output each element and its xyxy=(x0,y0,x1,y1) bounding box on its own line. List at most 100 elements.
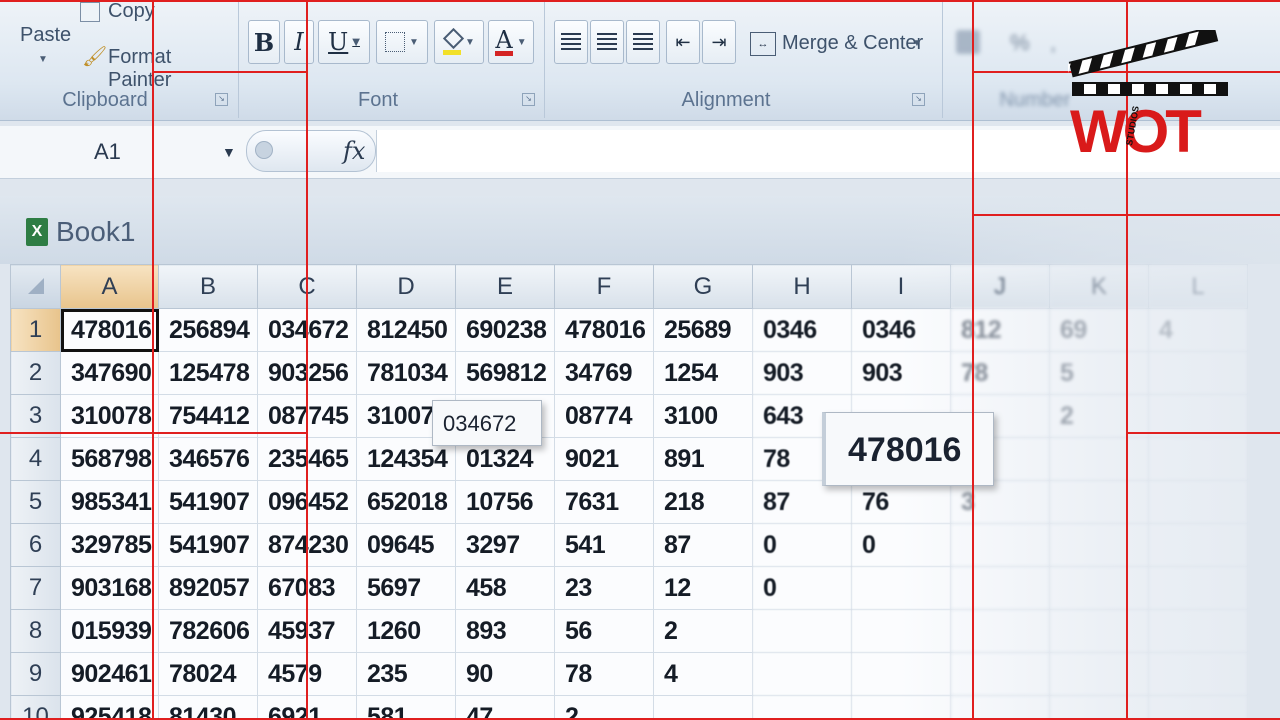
fill-color-button[interactable]: ▼ xyxy=(434,20,484,64)
cell-k6[interactable] xyxy=(1049,523,1149,567)
cell-h10[interactable] xyxy=(752,695,852,720)
cell-a1[interactable]: 478016 xyxy=(60,308,159,352)
cell-h9[interactable] xyxy=(752,652,852,696)
column-header-i[interactable]: I xyxy=(851,264,951,309)
column-header-k[interactable]: K xyxy=(1049,264,1149,309)
cell-h8[interactable] xyxy=(752,609,852,653)
cell-b2[interactable]: 125478 xyxy=(158,351,258,395)
cell-b6[interactable]: 541907 xyxy=(158,523,258,567)
alignment-launcher-icon[interactable]: ↘ xyxy=(912,93,925,106)
cell-i8[interactable] xyxy=(851,609,951,653)
cell-d6[interactable]: 09645 xyxy=(356,523,456,567)
decrease-indent-button[interactable]: ⇤ xyxy=(666,20,700,64)
cell-j2[interactable]: 78 xyxy=(950,351,1050,395)
cell-j6[interactable] xyxy=(950,523,1050,567)
align-center-button[interactable] xyxy=(590,20,624,64)
cell-k1[interactable]: 69 xyxy=(1049,308,1149,352)
row-header[interactable]: 7 xyxy=(10,566,61,610)
font-color-button[interactable]: A ▼ xyxy=(488,20,534,64)
cell-g7[interactable]: 12 xyxy=(653,566,753,610)
cell-f10[interactable]: 2 xyxy=(554,695,654,720)
cell-f4[interactable]: 9021 xyxy=(554,437,654,481)
cell-f3[interactable]: 08774 xyxy=(554,394,654,438)
row-header[interactable]: 8 xyxy=(10,609,61,653)
cell-d9[interactable]: 235 xyxy=(356,652,456,696)
cell-e9[interactable]: 90 xyxy=(455,652,555,696)
resize-handle[interactable] xyxy=(255,141,273,159)
row-header[interactable]: 6 xyxy=(10,523,61,567)
select-all-corner[interactable] xyxy=(10,264,61,309)
cell-b8[interactable]: 782606 xyxy=(158,609,258,653)
cell-l10[interactable] xyxy=(1148,695,1248,720)
cell-l8[interactable] xyxy=(1148,609,1248,653)
cell-d1[interactable]: 812450 xyxy=(356,308,456,352)
cell-j8[interactable] xyxy=(950,609,1050,653)
cell-g4[interactable]: 891 xyxy=(653,437,753,481)
cell-f8[interactable]: 56 xyxy=(554,609,654,653)
cell-i6[interactable]: 0 xyxy=(851,523,951,567)
cell-f9[interactable]: 78 xyxy=(554,652,654,696)
cell-g5[interactable]: 218 xyxy=(653,480,753,524)
row-header[interactable]: 10 xyxy=(10,695,61,720)
insert-function-button[interactable]: fx xyxy=(343,137,365,165)
align-left-button[interactable] xyxy=(554,20,588,64)
cell-i7[interactable] xyxy=(851,566,951,610)
cell-a6[interactable]: 329785 xyxy=(60,523,159,567)
name-box[interactable]: A1 xyxy=(60,134,240,170)
cell-k5[interactable] xyxy=(1049,480,1149,524)
cell-d10[interactable]: 581 xyxy=(356,695,456,720)
cell-k9[interactable] xyxy=(1049,652,1149,696)
cell-b1[interactable]: 256894 xyxy=(158,308,258,352)
clipboard-launcher-icon[interactable]: ↘ xyxy=(215,93,228,106)
cell-h1[interactable]: 0346 xyxy=(752,308,852,352)
cell-d7[interactable]: 5697 xyxy=(356,566,456,610)
cell-b7[interactable]: 892057 xyxy=(158,566,258,610)
cell-h6[interactable]: 0 xyxy=(752,523,852,567)
cell-l2[interactable] xyxy=(1148,351,1248,395)
cell-k4[interactable] xyxy=(1049,437,1149,481)
cell-e7[interactable]: 458 xyxy=(455,566,555,610)
column-header-g[interactable]: G xyxy=(653,264,753,309)
cell-f2[interactable]: 34769 xyxy=(554,351,654,395)
borders-button[interactable]: ▼ xyxy=(376,20,428,64)
cell-l9[interactable] xyxy=(1148,652,1248,696)
cell-g8[interactable]: 2 xyxy=(653,609,753,653)
cell-g1[interactable]: 25689 xyxy=(653,308,753,352)
cell-a2[interactable]: 347690 xyxy=(60,351,159,395)
cell-d8[interactable]: 1260 xyxy=(356,609,456,653)
cell-a5[interactable]: 985341 xyxy=(60,480,159,524)
cell-e5[interactable]: 10756 xyxy=(455,480,555,524)
column-header-j[interactable]: J xyxy=(950,264,1050,309)
cell-g6[interactable]: 87 xyxy=(653,523,753,567)
cell-g2[interactable]: 1254 xyxy=(653,351,753,395)
cell-l7[interactable] xyxy=(1148,566,1248,610)
column-header-d[interactable]: D xyxy=(356,264,456,309)
italic-button[interactable]: I xyxy=(284,20,314,64)
cell-k10[interactable] xyxy=(1049,695,1149,720)
cell-i1[interactable]: 0346 xyxy=(851,308,951,352)
row-header[interactable]: 9 xyxy=(10,652,61,696)
cell-i2[interactable]: 903 xyxy=(851,351,951,395)
column-header-l[interactable]: L xyxy=(1148,264,1248,309)
cell-h5[interactable]: 87 xyxy=(752,480,852,524)
cell-f1[interactable]: 478016 xyxy=(554,308,654,352)
cell-d2[interactable]: 781034 xyxy=(356,351,456,395)
cell-b4[interactable]: 346576 xyxy=(158,437,258,481)
cell-a10[interactable]: 925418 xyxy=(60,695,159,720)
paste-button[interactable]: Paste ▼ xyxy=(14,14,71,74)
cell-b5[interactable]: 541907 xyxy=(158,480,258,524)
align-right-button[interactable] xyxy=(626,20,660,64)
cell-b10[interactable]: 81430 xyxy=(158,695,258,720)
row-header[interactable]: 5 xyxy=(10,480,61,524)
cell-e8[interactable]: 893 xyxy=(455,609,555,653)
cell-j10[interactable] xyxy=(950,695,1050,720)
cell-f6[interactable]: 541 xyxy=(554,523,654,567)
cell-l5[interactable] xyxy=(1148,480,1248,524)
cell-e1[interactable]: 690238 xyxy=(455,308,555,352)
cell-i10[interactable] xyxy=(851,695,951,720)
cell-g10[interactable] xyxy=(653,695,753,720)
row-header[interactable]: 4 xyxy=(10,437,61,481)
cell-j5[interactable]: 3 xyxy=(950,480,1050,524)
cell-g9[interactable]: 4 xyxy=(653,652,753,696)
cell-i9[interactable] xyxy=(851,652,951,696)
